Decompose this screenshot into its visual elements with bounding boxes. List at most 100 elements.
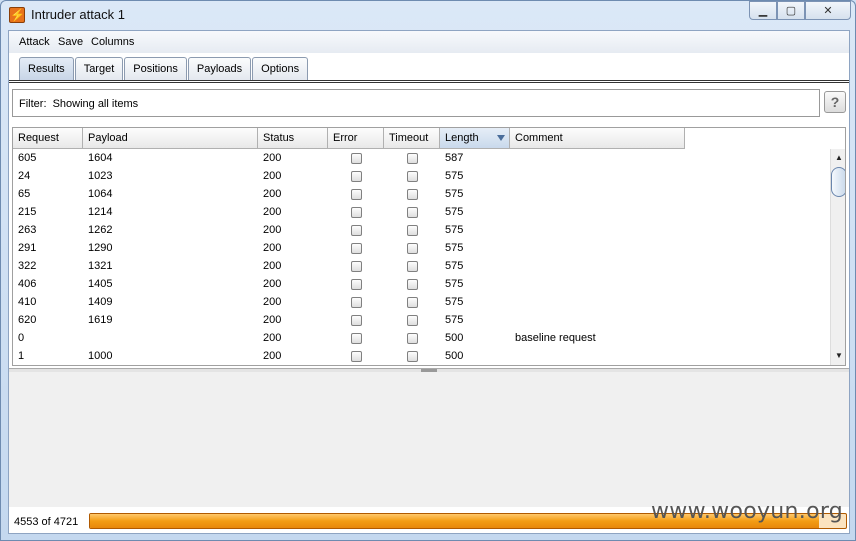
intruder-window: ⚡ Intruder attack 1 ▁ ▢ ✕ Attack Save Co… [0, 0, 856, 541]
minimize-button[interactable]: ▁ [749, 1, 777, 20]
table-row[interactable]: 605 1604 200 587 [13, 149, 685, 167]
menu-attack[interactable]: Attack [19, 36, 50, 48]
cell-payload: 1064 [88, 188, 113, 200]
timeout-checkbox[interactable] [407, 189, 418, 200]
table-row[interactable]: 215 1214 200 575 [13, 203, 685, 221]
timeout-checkbox[interactable] [407, 333, 418, 344]
cell-length: 575 [445, 278, 464, 290]
cell-status: 200 [263, 332, 282, 344]
cell-status: 200 [263, 206, 282, 218]
timeout-checkbox[interactable] [407, 207, 418, 218]
cell-length: 575 [445, 296, 464, 308]
scroll-up-icon[interactable]: ▲ [831, 151, 845, 165]
menu-columns[interactable]: Columns [91, 36, 134, 48]
close-button[interactable]: ✕ [805, 1, 851, 20]
cell-length: 575 [445, 260, 464, 272]
results-table: Request Payload Status Error Timeout Len… [12, 127, 846, 366]
cell-length: 575 [445, 242, 464, 254]
error-checkbox[interactable] [351, 243, 362, 254]
cell-status: 200 [263, 242, 282, 254]
table-row[interactable]: 263 1262 200 575 [13, 221, 685, 239]
timeout-checkbox[interactable] [407, 297, 418, 308]
table-row[interactable]: 0 200 500 baseline request [13, 329, 685, 347]
error-checkbox[interactable] [351, 207, 362, 218]
col-comment[interactable]: Comment [510, 128, 685, 149]
window-controls: ▁ ▢ ✕ [749, 1, 851, 21]
error-checkbox[interactable] [351, 225, 362, 236]
cell-status: 200 [263, 224, 282, 236]
error-checkbox[interactable] [351, 279, 362, 290]
cell-length: 575 [445, 224, 464, 236]
error-checkbox[interactable] [351, 189, 362, 200]
filter-text: Filter: Showing all items [19, 98, 138, 110]
vertical-scrollbar[interactable]: ▲ ▼ [830, 149, 845, 365]
table-row[interactable]: 65 1064 200 575 [13, 185, 685, 203]
cell-request: 291 [18, 242, 37, 254]
table-row[interactable]: 1 1000 200 500 [13, 347, 685, 365]
scroll-down-icon[interactable]: ▼ [831, 349, 845, 363]
col-timeout[interactable]: Timeout [384, 128, 440, 149]
filter-label: Filter: [19, 98, 47, 110]
cell-length: 575 [445, 170, 464, 182]
error-checkbox[interactable] [351, 351, 362, 362]
tab-underline [9, 80, 849, 83]
menu-save[interactable]: Save [58, 36, 83, 48]
error-checkbox[interactable] [351, 297, 362, 308]
col-request[interactable]: Request [13, 128, 83, 149]
cell-length: 500 [445, 350, 464, 362]
timeout-checkbox[interactable] [407, 279, 418, 290]
error-checkbox[interactable] [351, 333, 362, 344]
error-checkbox[interactable] [351, 153, 362, 164]
detail-pane [9, 372, 849, 507]
tab-results[interactable]: Results [19, 57, 74, 81]
maximize-button[interactable]: ▢ [777, 1, 805, 20]
cell-status: 200 [263, 278, 282, 290]
col-length[interactable]: Length [440, 128, 510, 149]
table-row[interactable]: 291 1290 200 575 [13, 239, 685, 257]
table-row[interactable]: 322 1321 200 575 [13, 257, 685, 275]
watermark: www.wooyun.org [651, 499, 844, 524]
timeout-checkbox[interactable] [407, 171, 418, 182]
tab-payloads[interactable]: Payloads [187, 57, 252, 81]
timeout-checkbox[interactable] [407, 225, 418, 236]
cell-request: 215 [18, 206, 37, 218]
cell-request: 0 [18, 332, 25, 344]
table-body: 605 1604 200 587 24 1023 200 575 65 1064 200 575 215… [13, 149, 685, 365]
timeout-checkbox[interactable] [407, 243, 418, 254]
cell-length: 575 [445, 314, 464, 326]
client-area: Attack Save Columns Results Target Posit… [8, 30, 850, 534]
timeout-checkbox[interactable] [407, 351, 418, 362]
col-payload[interactable]: Payload [83, 128, 258, 149]
cell-status: 200 [263, 314, 282, 326]
col-status[interactable]: Status [258, 128, 328, 149]
cell-status: 200 [263, 152, 282, 164]
cell-payload: 1405 [88, 278, 113, 290]
error-checkbox[interactable] [351, 315, 362, 326]
col-error[interactable]: Error [328, 128, 384, 149]
cell-comment: baseline request [515, 332, 596, 344]
cell-request: 406 [18, 278, 37, 290]
cell-length: 575 [445, 188, 464, 200]
menu-bar: Attack Save Columns [9, 31, 849, 53]
tab-positions[interactable]: Positions [124, 57, 187, 81]
cell-payload: 1023 [88, 170, 113, 182]
cell-status: 200 [263, 188, 282, 200]
error-checkbox[interactable] [351, 261, 362, 272]
tab-target[interactable]: Target [74, 57, 124, 81]
timeout-checkbox[interactable] [407, 153, 418, 164]
table-row[interactable]: 24 1023 200 575 [13, 167, 685, 185]
cell-payload: 1321 [88, 260, 113, 272]
table-row[interactable]: 620 1619 200 575 [13, 311, 685, 329]
timeout-checkbox[interactable] [407, 315, 418, 326]
title-bar[interactable]: ⚡ Intruder attack 1 ▁ ▢ ✕ [1, 1, 855, 29]
table-row[interactable]: 410 1409 200 575 [13, 293, 685, 311]
scroll-thumb[interactable] [831, 167, 845, 197]
tab-options[interactable]: Options [252, 57, 309, 81]
help-icon[interactable]: ? [824, 91, 846, 113]
table-row[interactable]: 406 1405 200 575 [13, 275, 685, 293]
timeout-checkbox[interactable] [407, 261, 418, 272]
error-checkbox[interactable] [351, 171, 362, 182]
filter-bar[interactable]: Filter: Showing all items [12, 89, 820, 117]
cell-payload: 1604 [88, 152, 113, 164]
cell-length: 575 [445, 206, 464, 218]
